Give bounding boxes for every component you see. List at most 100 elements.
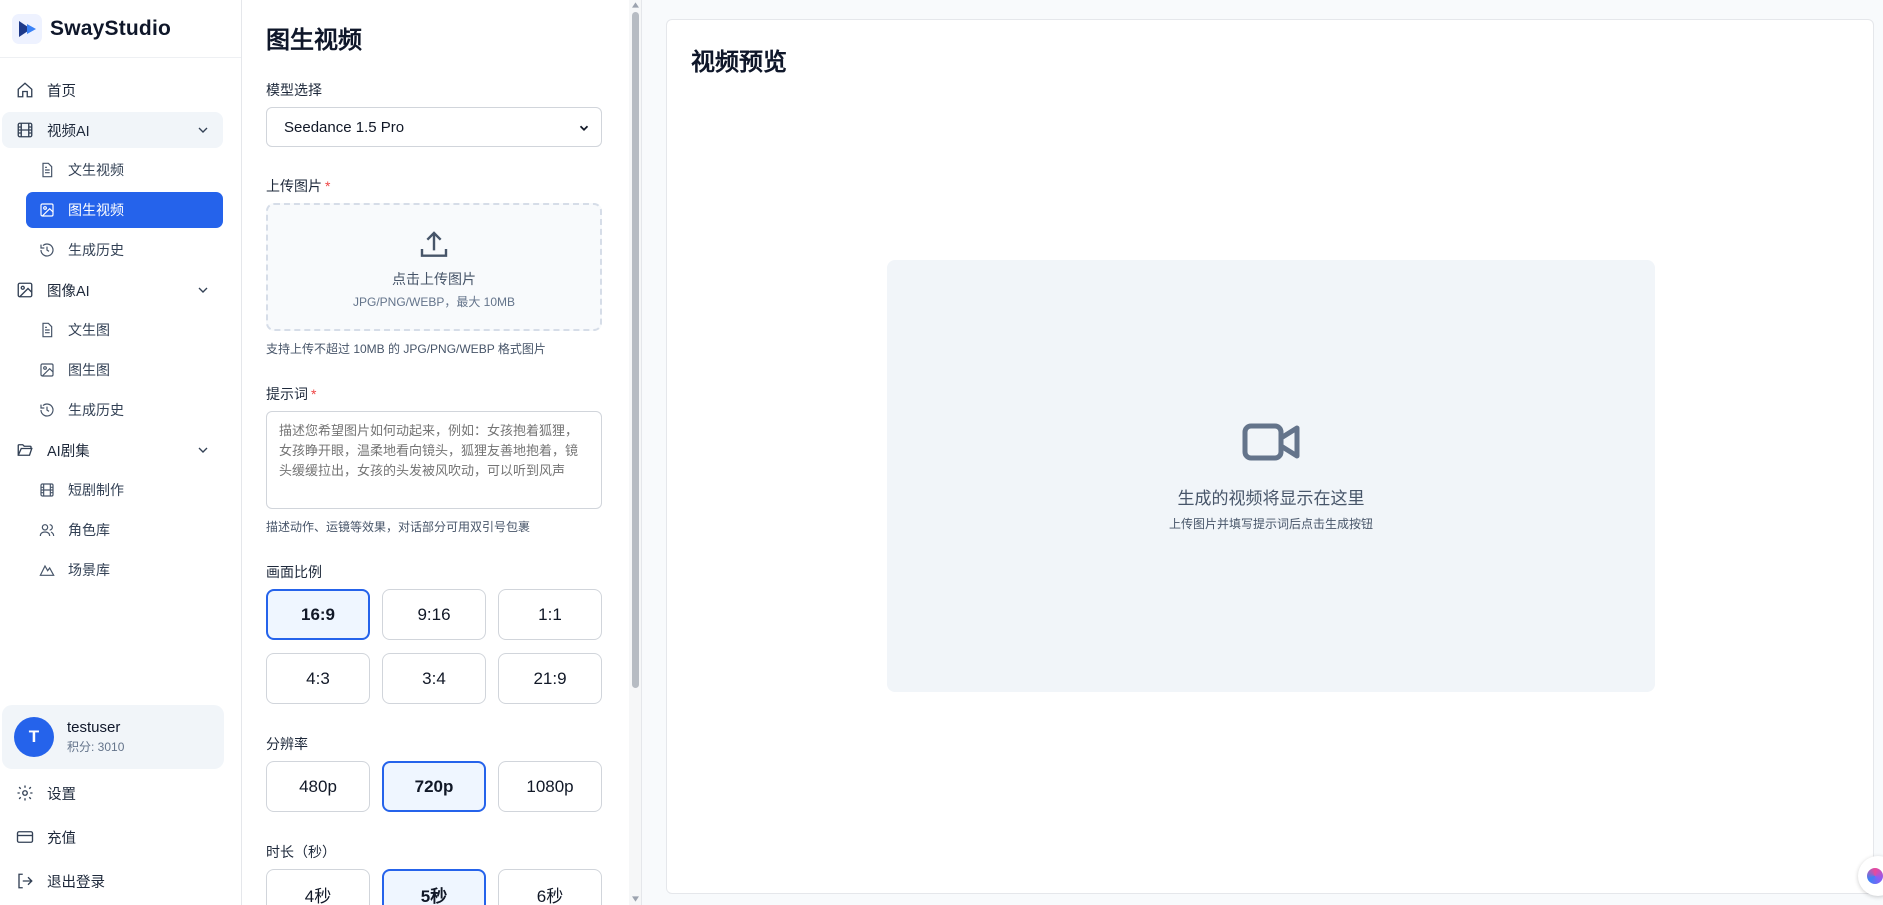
nav-item-image-to-image[interactable]: 图生图 — [26, 352, 223, 388]
nav-item-text-to-image[interactable]: 文生图 — [26, 312, 223, 348]
aspect-ratio-label: 画面比例 — [266, 564, 322, 580]
nav-item-scene-library[interactable]: 场景库 — [26, 552, 223, 588]
nav-item-label: 短剧制作 — [68, 482, 124, 498]
nav-item-label: 生成历史 — [68, 242, 124, 258]
mountain-icon — [38, 561, 56, 579]
nav-item-image-history[interactable]: 生成历史 — [26, 392, 223, 428]
ratio-option-3-4[interactable]: 3:4 — [382, 653, 486, 704]
ratio-option-4-3[interactable]: 4:3 — [266, 653, 370, 704]
history-icon — [38, 401, 56, 419]
nav-item-short-drama[interactable]: 短剧制作 — [26, 472, 223, 508]
chevron-down-icon — [198, 287, 208, 293]
nav-item-label: 图生视频 — [68, 202, 124, 218]
preview-title: 视频预览 — [691, 49, 787, 76]
logout-icon — [15, 871, 35, 891]
sidebar: SwayStudio 首页 视频AI 文生视频 图生视频 生成历史 图像AI 文… — [0, 0, 242, 905]
nav-group-image-ai[interactable]: 图像AI — [2, 272, 223, 308]
preview-empty-hint: 上传图片并填写提示词后点击生成按钮 — [1168, 517, 1373, 531]
nav-recharge-label: 充值 — [47, 830, 76, 847]
nav-home-label: 首页 — [47, 83, 76, 100]
nav-group-video-ai[interactable]: 视频AI — [2, 112, 223, 148]
nav-item-video-history[interactable]: 生成历史 — [26, 232, 223, 268]
user-points: 积分: 3010 — [67, 740, 125, 754]
scroll-up-icon[interactable] — [632, 2, 639, 8]
video-camera-icon — [1242, 423, 1300, 461]
resolution-option-720p[interactable]: 720p — [382, 761, 486, 812]
nav-logout-label: 退出登录 — [47, 874, 105, 891]
user-card[interactable]: T testuser 积分: 3010 — [2, 705, 224, 769]
prompt-label: 提示词 * — [266, 384, 316, 404]
nav-item-label: 场景库 — [68, 562, 110, 578]
model-select-value: Seedance 1.5 Pro — [284, 118, 405, 136]
nav-group-label: AI剧集 — [47, 443, 90, 460]
video-preview-placeholder: 生成的视频将显示在这里 上传图片并填写提示词后点击生成按钮 — [887, 260, 1655, 692]
required-mark: * — [311, 386, 317, 402]
assistant-logo-icon — [1867, 868, 1883, 884]
ratio-option-1-1[interactable]: 1:1 — [498, 589, 602, 640]
nav-group-label: 图像AI — [47, 283, 90, 300]
prompt-help-text: 描述动作、运镜等效果，对话部分可用双引号包裹 — [266, 520, 531, 534]
image-upload-dropzone[interactable]: 点击上传图片 JPG/PNG/WEBP，最大 10MB — [266, 203, 602, 331]
resolution-option-480p[interactable]: 480p — [266, 761, 370, 812]
scroll-down-icon[interactable] — [632, 896, 639, 902]
preview-empty-title: 生成的视频将显示在这里 — [1177, 489, 1365, 508]
upload-title: 点击上传图片 — [392, 271, 476, 287]
model-select[interactable]: Seedance 1.5 Pro — [266, 107, 602, 147]
bottom-nav: 设置 充值 退出登录 — [0, 775, 242, 905]
model-label: 模型选择 — [266, 82, 322, 98]
nav-item-character-library[interactable]: 角色库 — [26, 512, 223, 548]
nav-item-label: 文生图 — [68, 322, 110, 338]
nav-group-ai-drama[interactable]: AI剧集 — [2, 432, 223, 468]
user-info: testuser 积分: 3010 — [67, 719, 124, 755]
chevron-down-icon — [198, 127, 208, 133]
nav-settings[interactable]: 设置 — [2, 775, 224, 811]
film-icon — [15, 120, 35, 140]
nav-item-label: 图生图 — [68, 362, 110, 378]
upload-label: 上传图片 * — [266, 176, 330, 196]
duration-option-4s[interactable]: 4秒 — [266, 869, 370, 905]
scrollbar-thumb[interactable] — [632, 12, 639, 688]
video-preview-panel: 视频预览 生成的视频将显示在这里 上传图片并填写提示词后点击生成按钮 — [666, 19, 1874, 894]
nav-settings-label: 设置 — [47, 786, 76, 803]
resolution-option-1080p[interactable]: 1080p — [498, 761, 602, 812]
credit-card-icon — [15, 827, 35, 847]
document-icon — [38, 321, 56, 339]
prompt-textarea[interactable] — [266, 411, 602, 509]
nav-item-text-to-video[interactable]: 文生视频 — [26, 152, 223, 188]
play-logo-icon — [12, 13, 42, 44]
page-title: 图生视频 — [266, 27, 362, 54]
chevron-down-icon — [198, 447, 208, 453]
upload-help-text: 支持上传不超过 10MB 的 JPG/PNG/WEBP 格式图片 — [266, 342, 546, 356]
nav-item-label: 生成历史 — [68, 402, 124, 418]
document-icon — [38, 161, 56, 179]
avatar: T — [14, 717, 54, 757]
main-nav: 首页 视频AI 文生视频 图生视频 生成历史 图像AI 文生图 图生图 生成历史… — [0, 58, 241, 588]
nav-item-label: 文生视频 — [68, 162, 124, 178]
duration-option-6s[interactable]: 6秒 — [498, 869, 602, 905]
nav-logout[interactable]: 退出登录 — [2, 863, 224, 899]
user-name: testuser — [67, 719, 121, 736]
upload-icon — [420, 231, 448, 257]
ratio-option-16-9[interactable]: 16:9 — [266, 589, 370, 640]
nav-item-label: 角色库 — [68, 522, 110, 538]
history-icon — [38, 241, 56, 259]
resolution-label: 分辨率 — [266, 736, 308, 752]
nav-item-image-to-video[interactable]: 图生视频 — [26, 192, 223, 228]
nav-home[interactable]: 首页 — [2, 72, 223, 108]
ratio-option-21-9[interactable]: 21:9 — [498, 653, 602, 704]
generation-form-panel: 图生视频 模型选择 Seedance 1.5 Pro 上传图片 * 点击上传图片 … — [242, 0, 642, 905]
ratio-option-9-16[interactable]: 9:16 — [382, 589, 486, 640]
nav-recharge[interactable]: 充值 — [2, 819, 224, 855]
nav-group-label: 视频AI — [47, 123, 90, 140]
required-mark: * — [325, 178, 331, 194]
upload-label-text: 上传图片 — [266, 178, 322, 194]
folder-open-icon — [15, 440, 35, 460]
form-scrollbar[interactable] — [629, 0, 641, 905]
brand-name: SwayStudio — [50, 16, 172, 40]
gear-icon — [15, 783, 35, 803]
upload-hint: JPG/PNG/WEBP，最大 10MB — [352, 295, 516, 309]
brand[interactable]: SwayStudio — [0, 0, 241, 58]
duration-option-5s[interactable]: 5秒 — [382, 869, 486, 905]
film-icon — [38, 481, 56, 499]
users-icon — [38, 521, 56, 539]
